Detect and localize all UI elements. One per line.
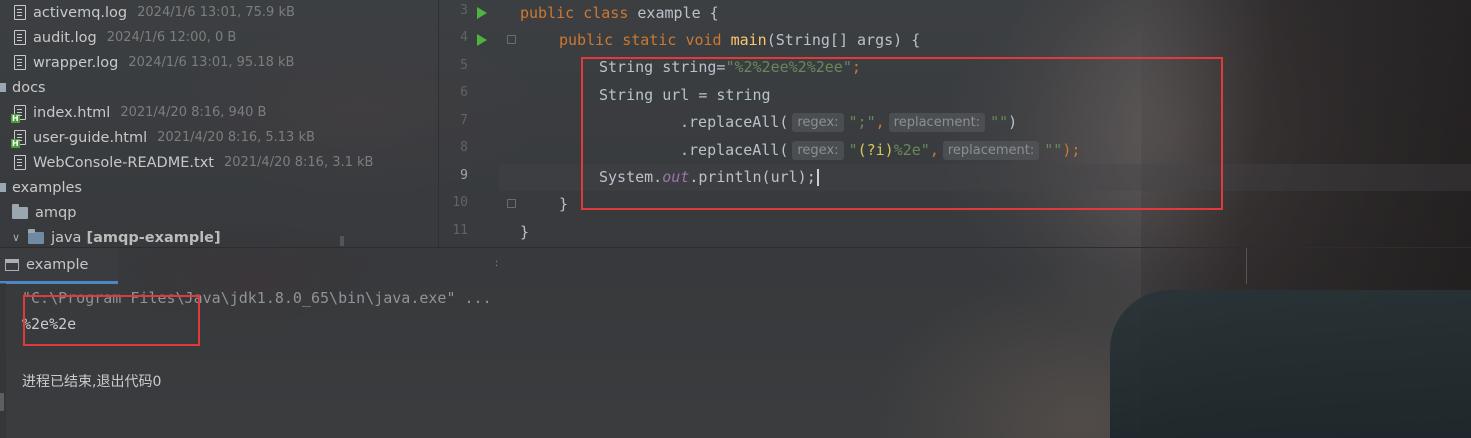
text-file-icon <box>14 30 26 45</box>
fold-toggle-icon[interactable] <box>507 199 516 208</box>
tree-folder-docs[interactable]: docs <box>0 75 46 100</box>
run-tab-example[interactable]: example <box>0 248 118 284</box>
tree-item[interactable]: user-guide.html 2021/4/20 8:16, 5.13 kB <box>11 125 315 150</box>
line-number: 9 <box>460 168 468 183</box>
line-number: 8 <box>460 140 468 155</box>
chevron-down-icon[interactable]: ∨ <box>12 231 20 244</box>
tree-item[interactable]: WebConsole-README.txt 2021/4/20 8:16, 3.… <box>14 150 373 175</box>
tree-item[interactable]: audit.log 2024/1/6 12:00, 0 B <box>14 25 236 50</box>
code-line-4: public static void main(String[] args) { <box>559 31 921 49</box>
html-file-icon <box>11 130 26 148</box>
tree-item[interactable]: activemq.log 2024/1/6 13:01, 75.9 kB <box>14 0 295 25</box>
text-file-icon <box>14 155 26 170</box>
tree-item-meta: 2024/1/6 13:01, 95.18 kB <box>128 55 295 70</box>
tree-item-name: user-guide.html <box>33 129 148 146</box>
line-number: 11 <box>452 223 468 238</box>
run-main-icon[interactable] <box>477 34 487 46</box>
tree-item-meta: 2024/1/6 12:00, 0 B <box>106 30 237 45</box>
module-label: [amqp-example] <box>86 229 221 246</box>
tree-item-meta: 2021/4/20 8:16, 5.13 kB <box>157 130 315 145</box>
line-number: 4 <box>460 30 468 45</box>
folder-icon <box>0 83 6 92</box>
tree-item-name: amqp <box>35 204 77 221</box>
run-class-icon[interactable] <box>477 7 487 19</box>
tree-item-name: activemq.log <box>33 4 128 21</box>
output-highlight-box <box>23 295 200 346</box>
tree-folder-examples[interactable]: examples <box>0 175 82 200</box>
line-number: 7 <box>460 113 468 128</box>
tree-item-name: WebConsole-README.txt <box>33 154 214 171</box>
project-tree: activemq.log 2024/1/6 13:01, 75.9 kB aud… <box>0 0 438 247</box>
console-icon <box>5 258 19 271</box>
tree-item-meta: 2024/1/6 13:01, 75.9 kB <box>137 5 295 20</box>
tree-folder-amqp[interactable]: amqp <box>12 200 76 225</box>
tree-item[interactable]: index.html 2021/4/20 8:16, 940 B <box>11 100 267 125</box>
code-line-3: public class example { <box>520 4 719 22</box>
header-divider <box>1246 248 1247 284</box>
tree-item-name: java <box>51 229 82 246</box>
code-highlight-box <box>581 57 1223 210</box>
fold-toggle-icon[interactable] <box>507 35 516 44</box>
tree-item-name: docs <box>12 79 46 96</box>
tree-item-name: audit.log <box>33 29 97 46</box>
line-number: 3 <box>460 3 468 18</box>
line-number: 5 <box>460 58 468 73</box>
run-tab-label: example <box>26 256 89 273</box>
tree-item-meta: 2021/4/20 8:16, 3.1 kB <box>223 155 374 170</box>
code-line-11: } <box>520 223 530 241</box>
run-tool-window-header: example · · <box>0 247 1471 284</box>
text-file-icon <box>14 5 26 20</box>
folder-icon <box>0 183 6 192</box>
folder-icon <box>12 203 28 219</box>
code-line-10: } <box>559 195 569 213</box>
console-exit-message: 进程已结束,退出代码0 <box>22 374 162 390</box>
tree-item-name: examples <box>12 179 82 196</box>
line-number: 10 <box>452 195 468 210</box>
text-file-icon <box>14 55 26 70</box>
tree-item-name: wrapper.log <box>33 54 119 71</box>
source-folder-icon <box>28 228 45 244</box>
line-number: 6 <box>460 85 468 100</box>
html-file-icon <box>11 105 26 123</box>
tree-item-name: index.html <box>33 104 111 121</box>
tree-item-meta: 2021/4/20 8:16, 940 B <box>120 105 267 120</box>
tree-scrollbar[interactable] <box>340 236 344 246</box>
more-options-icon[interactable]: · · <box>495 258 498 272</box>
tree-item[interactable]: wrapper.log 2024/1/6 13:01, 95.18 kB <box>14 50 294 75</box>
